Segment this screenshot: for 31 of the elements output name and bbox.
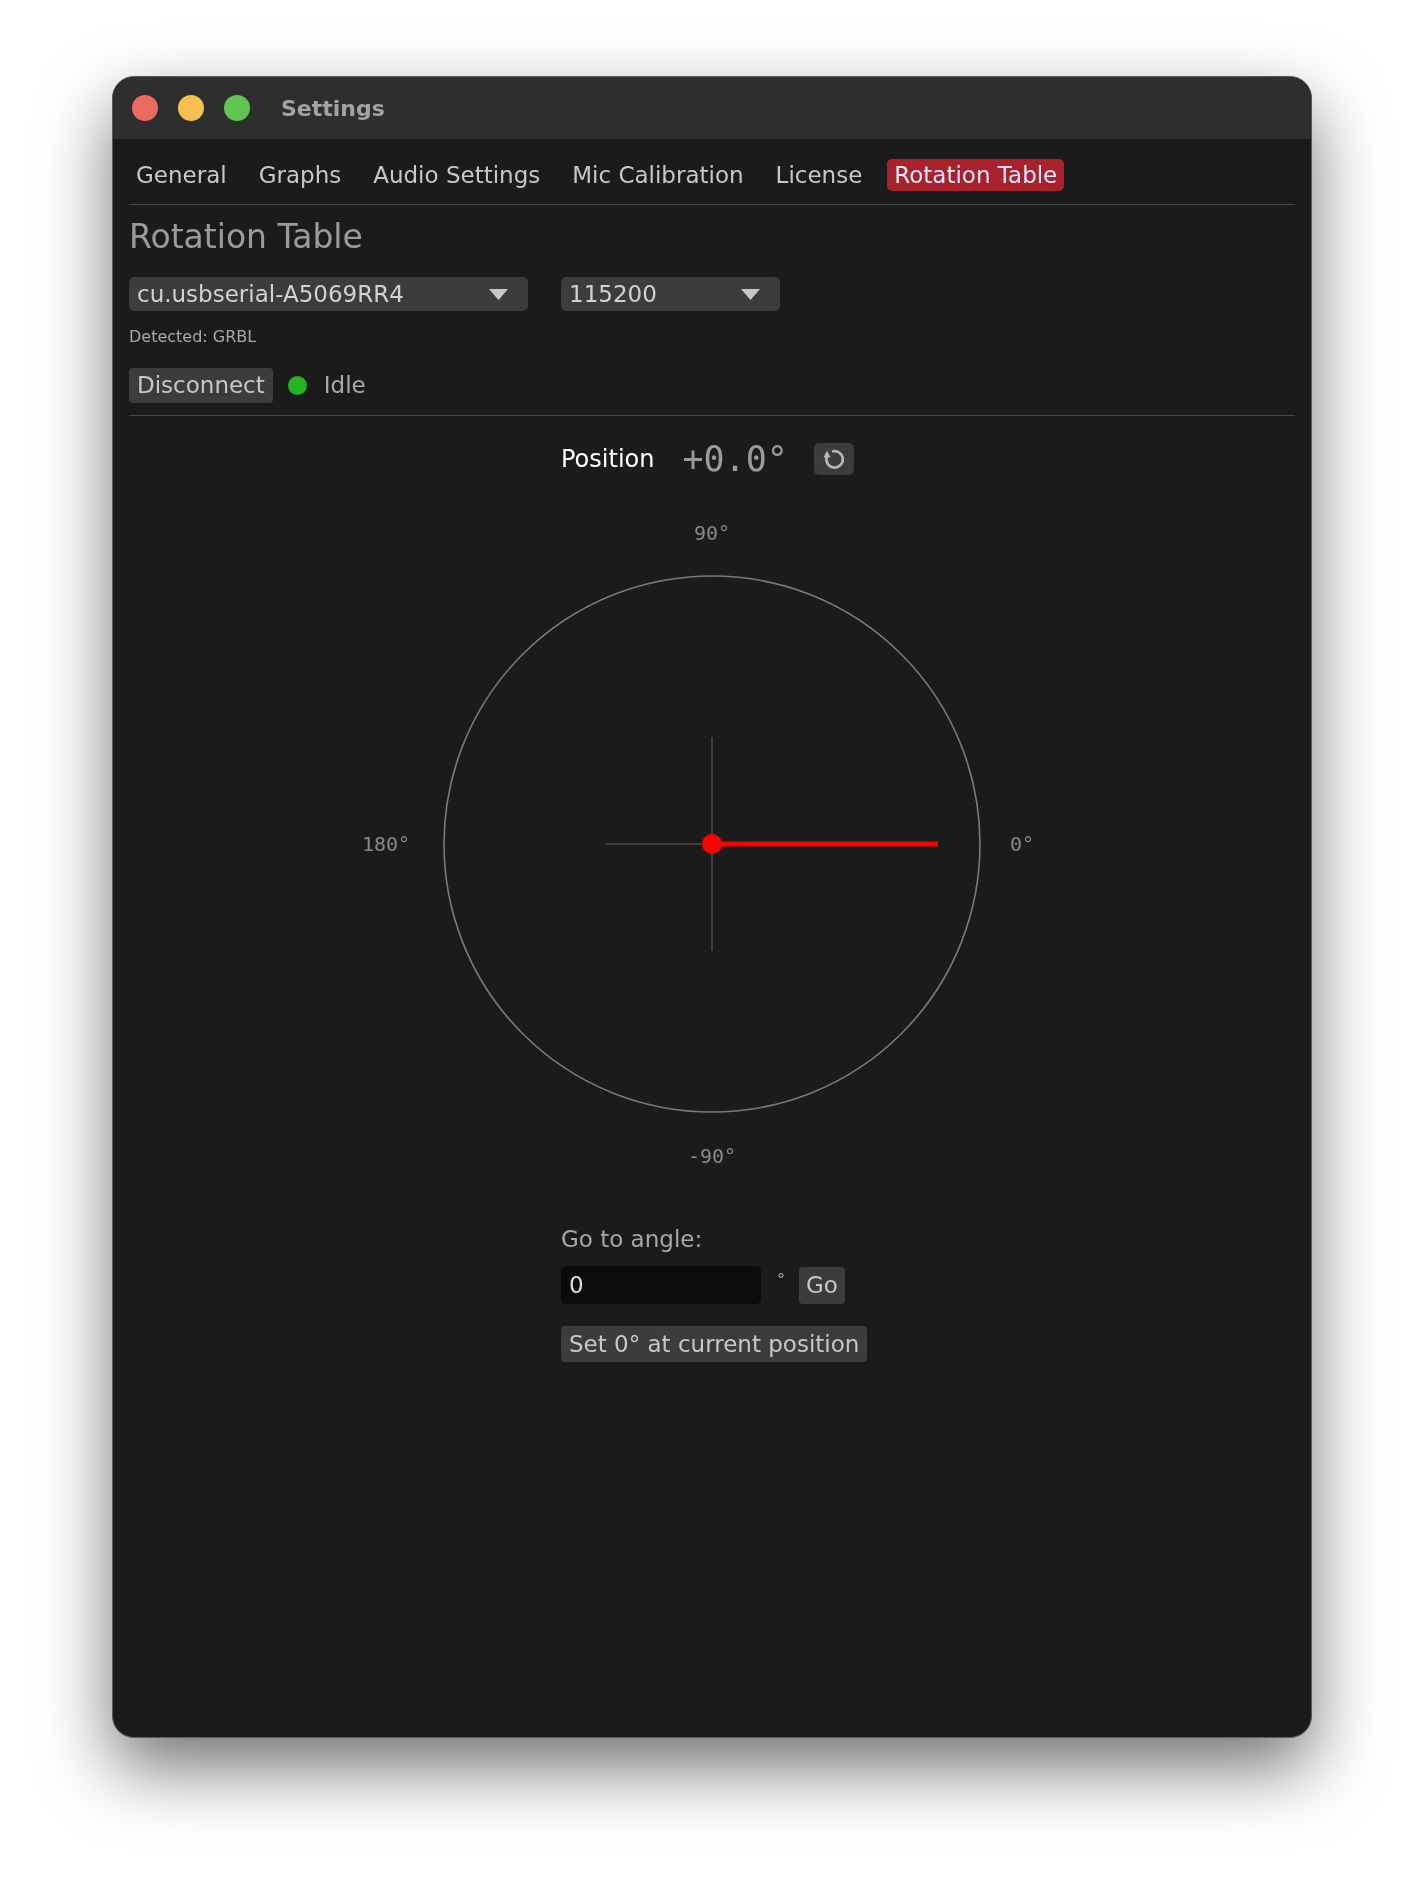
caret-icon [741,288,760,300]
refresh-icon [821,447,846,471]
detected-label: Detected: GRBL [129,327,257,347]
tab[interactable]: Audio Settings [366,159,548,191]
tab[interactable]: License [768,159,870,191]
minimize-button[interactable] [178,95,204,121]
tab[interactable]: General [129,159,234,191]
disconnect-button[interactable]: Disconnect [129,368,273,403]
status-label: Idle [323,371,366,401]
go-to-angle-label: Go to angle: [561,1225,703,1253]
position-reading: +0.0° [682,441,788,477]
refresh-button[interactable] [813,443,854,475]
angle-label: 0° [1009,834,1035,854]
tab[interactable]: Mic Calibration [565,159,751,191]
tab[interactable]: Rotation Table [887,159,1065,191]
zoom-button[interactable] [224,95,250,121]
close-button[interactable] [132,95,158,121]
position-label: Position [561,444,655,475]
angle-label: 90° [693,523,731,543]
baud-rate-dropdown[interactable]: 115200 [561,277,780,311]
port-dropdown[interactable]: cu.usbserial-A5069RR4 [129,277,528,311]
angle-input[interactable]: 0 [561,1266,761,1304]
degree-unit: ° [777,1272,785,1288]
angle-label: -90° [687,1146,737,1166]
caret-icon [489,288,508,300]
set-zero-button[interactable]: Set 0° at current position [561,1326,868,1362]
go-button[interactable]: Go [799,1266,845,1304]
angle-label: 180° [361,834,411,854]
tab[interactable]: Graphs [251,159,349,191]
page-heading: Rotation Table [129,217,363,257]
window-title: Settings [281,94,385,123]
